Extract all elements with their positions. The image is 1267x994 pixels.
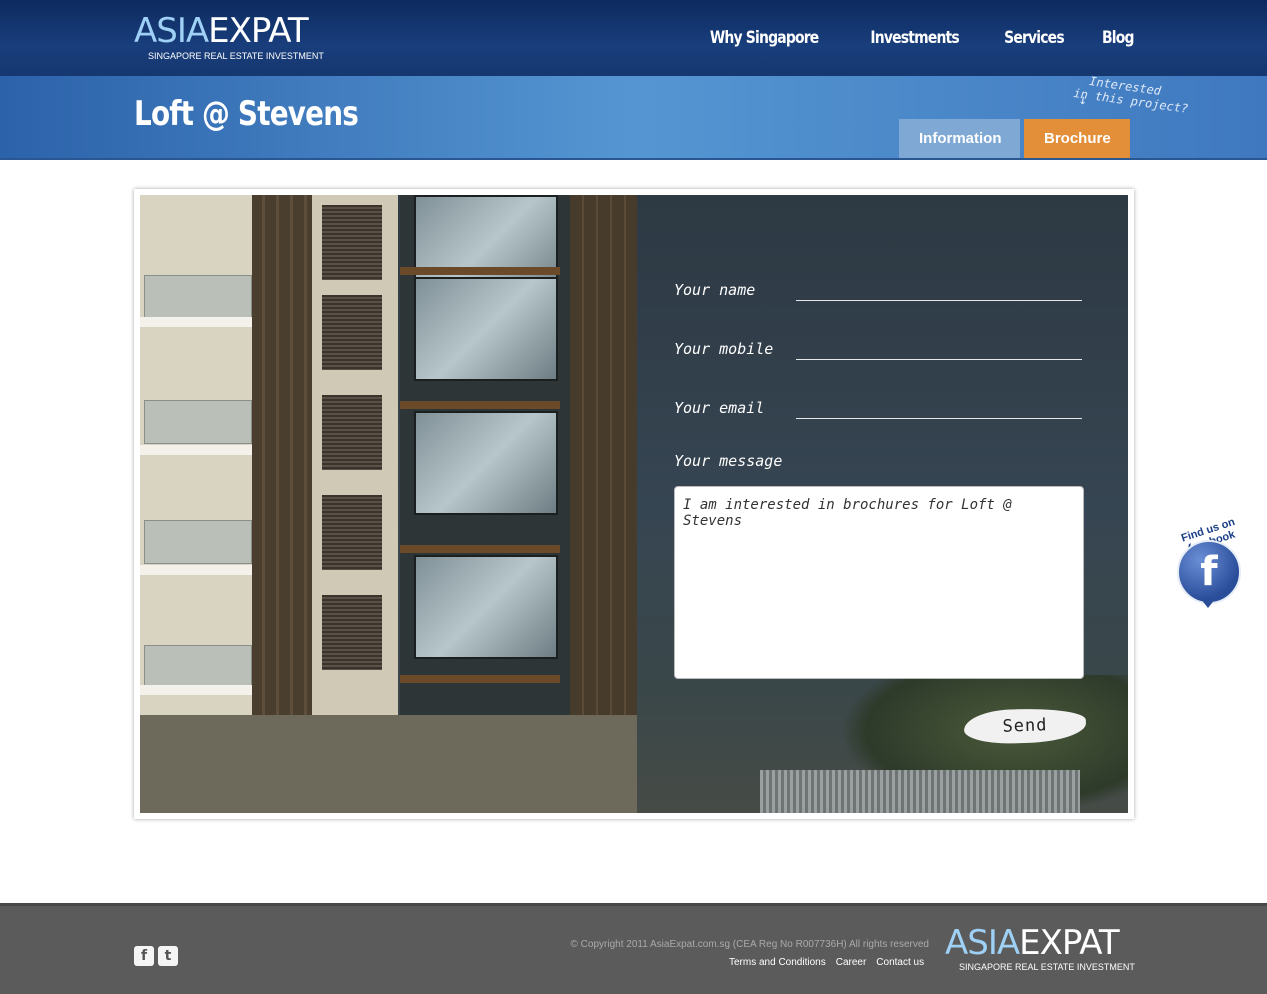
- footer-link-career[interactable]: Career: [836, 957, 867, 968]
- name-field[interactable]: [796, 278, 1082, 301]
- email-label: Your email: [674, 399, 765, 417]
- name-label: Your name: [674, 281, 756, 299]
- tab-information[interactable]: Information: [899, 119, 1020, 158]
- site-footer: f t © Copyright 2011 AsiaExpat.com.sg (C…: [0, 903, 1267, 994]
- logo-tagline: SINGAPORE REAL ESTATE INVESTMENT: [148, 51, 324, 61]
- logo-wordmark: ASIAEXPAT: [134, 11, 309, 51]
- main-nav: Why Singapore Investments Services Blog: [686, 28, 1135, 48]
- ground-level: [140, 715, 637, 813]
- facebook-icon: f: [1177, 540, 1241, 604]
- copyright-text: © Copyright 2011 AsiaExpat.com.sg (CEA R…: [570, 939, 929, 950]
- email-field[interactable]: [796, 396, 1082, 419]
- project-rendering-image: Your name Your mobile Your email Your me…: [140, 195, 1128, 813]
- nav-item-why-singapore[interactable]: Why Singapore: [710, 28, 819, 48]
- brochure-card: Your name Your mobile Your email Your me…: [134, 189, 1134, 819]
- twitter-icon[interactable]: t: [158, 946, 178, 966]
- badge-pointer: [1200, 598, 1216, 608]
- site-header: ASIAEXPAT SINGAPORE REAL ESTATE INVESTME…: [0, 0, 1267, 76]
- message-label: Your message: [674, 452, 783, 470]
- footer-logo-tagline: SINGAPORE REAL ESTATE INVESTMENT: [959, 962, 1135, 972]
- footer-link-terms[interactable]: Terms and Conditions: [729, 957, 826, 968]
- social-links: f t: [134, 946, 178, 966]
- title-band: Loft @ Stevens Interested in this projec…: [0, 74, 1267, 160]
- facebook-icon[interactable]: f: [134, 946, 154, 966]
- asiaexpat-logo[interactable]: ASIAEXPAT SINGAPORE REAL ESTATE INVESTME…: [134, 14, 324, 62]
- interested-note: Interested in this project? ↓: [1073, 72, 1191, 116]
- arrow-down-icon: ↓: [1077, 91, 1089, 109]
- nav-item-blog[interactable]: Blog: [1102, 28, 1134, 48]
- footer-link-contact[interactable]: Contact us: [876, 957, 924, 968]
- tab-brochure[interactable]: Brochure: [1024, 119, 1130, 158]
- mobile-label: Your mobile: [674, 340, 774, 358]
- page-title: Loft @ Stevens: [134, 94, 359, 134]
- nav-item-investments[interactable]: Investments: [870, 28, 959, 48]
- footer-links: Terms and Conditions Career Contact us: [729, 957, 924, 968]
- facebook-badge[interactable]: Find us on facebook f: [1163, 516, 1257, 608]
- footer-logo-wordmark: ASIAEXPAT: [945, 923, 1120, 963]
- nav-item-services[interactable]: Services: [1004, 28, 1065, 48]
- pergola-roof: [760, 770, 1080, 813]
- mobile-field[interactable]: [796, 337, 1082, 360]
- footer-logo[interactable]: ASIAEXPAT SINGAPORE REAL ESTATE INVESTME…: [945, 926, 1135, 976]
- project-tabs: Information Brochure: [899, 119, 1130, 158]
- message-field[interactable]: I am interested in brochures for Loft @ …: [674, 486, 1084, 679]
